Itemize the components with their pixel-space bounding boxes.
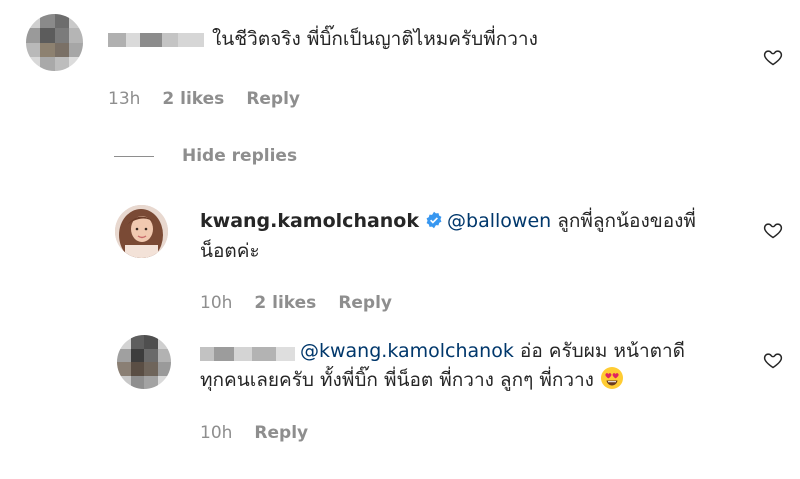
comment-like-button[interactable] bbox=[763, 47, 783, 71]
reply-likes-count[interactable]: 2 likes bbox=[254, 293, 316, 313]
reply-avatar-kwang[interactable] bbox=[115, 205, 168, 258]
reply-body-blurred: @kwang.kamolchanok อ่อ ครับผม หน้าตาดี bbox=[300, 337, 745, 365]
reply2-timestamp[interactable]: 10h bbox=[200, 423, 232, 443]
reply-reply-button[interactable]: Reply bbox=[338, 293, 392, 313]
hide-replies-button[interactable]: Hide replies bbox=[114, 146, 297, 166]
heart-icon bbox=[763, 353, 783, 369]
reply-mention[interactable]: @ballowen bbox=[447, 210, 551, 232]
reply2-like-button[interactable] bbox=[763, 350, 783, 374]
reply-meta: 10h 2 likes Reply bbox=[200, 293, 392, 313]
verified-badge-icon bbox=[425, 209, 443, 237]
commenter-avatar-blurred[interactable] bbox=[26, 14, 83, 71]
commenter-username-blurred[interactable] bbox=[108, 33, 204, 47]
comment-text: ในชีวิตจริง พี่บิ๊กเป็นญาติไหมครับพี่กวา… bbox=[212, 28, 538, 50]
reply-timestamp[interactable]: 10h bbox=[200, 293, 232, 313]
comment-timestamp[interactable]: 13h bbox=[108, 89, 140, 109]
reply-username-blurred[interactable] bbox=[200, 347, 295, 361]
hide-replies-divider bbox=[114, 155, 154, 157]
reply2-reply-button[interactable]: Reply bbox=[254, 423, 308, 443]
comment-reply-button[interactable]: Reply bbox=[246, 89, 300, 109]
reply-like-button[interactable] bbox=[763, 220, 783, 244]
comment-meta: 13h 2 likes Reply bbox=[108, 89, 300, 109]
heart-eyes-emoji bbox=[600, 366, 624, 398]
comment-likes-count[interactable]: 2 likes bbox=[162, 89, 224, 109]
reply-mention[interactable]: @kwang.kamolchanok bbox=[300, 340, 514, 362]
heart-icon bbox=[763, 50, 783, 66]
reply-text-line1: ลูกพี่ลูกน้องของพี่ bbox=[557, 210, 696, 232]
reply-text-line2: น็อตค่ะ bbox=[200, 240, 260, 262]
hide-replies-label: Hide replies bbox=[182, 146, 298, 166]
profile-photo bbox=[115, 205, 168, 258]
reply-avatar-blurred[interactable] bbox=[117, 335, 171, 389]
reply-body-kwang: kwang.kamolchanok @ballowen ลูกพี่ลูกน้อง… bbox=[200, 207, 745, 265]
reply-username[interactable]: kwang.kamolchanok bbox=[200, 210, 419, 232]
heart-icon bbox=[763, 223, 783, 239]
reply-text-line2: ทุกคนเลยครับ ทั้งพี่บิ๊ก พี่น็อต พี่กวาง… bbox=[200, 369, 594, 391]
reply-text-line2-row: ทุกคนเลยครับ ทั้งพี่บิ๊ก พี่น็อต พี่กวาง… bbox=[200, 366, 745, 398]
reply-text-line1: อ่อ ครับผม หน้าตาดี bbox=[519, 340, 685, 362]
reply2-meta: 10h Reply bbox=[200, 423, 308, 443]
